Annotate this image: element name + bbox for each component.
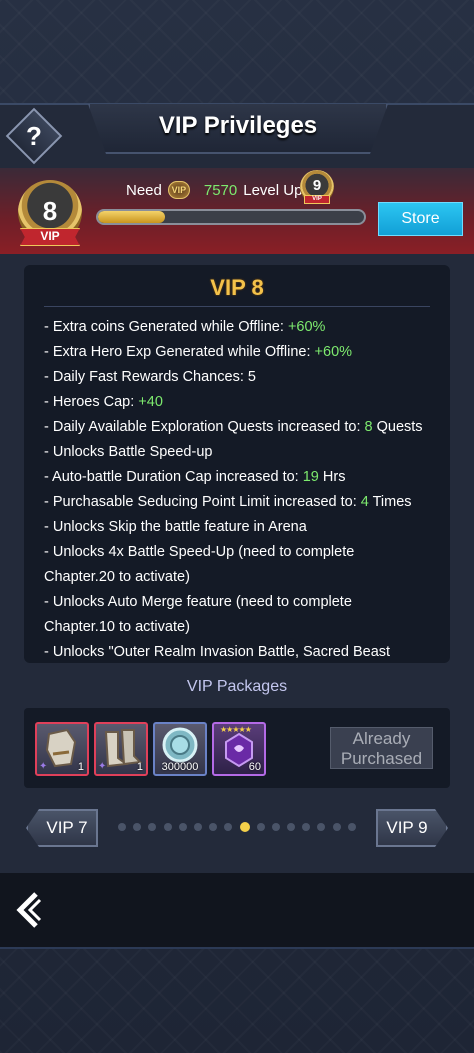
privilege-line: Chapter.10 to activate) — [44, 615, 444, 640]
privilege-value: 4 — [360, 494, 369, 510]
star-rating-icon: ★★★★★ — [220, 725, 252, 734]
purchased-line-2: Purchased — [340, 749, 423, 768]
privilege-value: 19 — [302, 469, 319, 485]
vip-badge-label: VIP — [40, 229, 60, 243]
privilege-text: - Unlocks Battle Speed-up — [44, 444, 213, 460]
next-vip-label: VIP — [312, 196, 322, 202]
bottom-bar — [0, 873, 474, 949]
privileges-heading: VIP 8 — [210, 275, 264, 300]
package-item-coins[interactable]: 300000 — [153, 722, 207, 776]
page-dot — [133, 823, 142, 831]
next-vip-number: 9 — [312, 177, 322, 194]
prev-vip-button[interactable]: VIP 7 — [26, 809, 98, 847]
item-quantity: 1 — [136, 761, 143, 773]
privilege-text: Chapter.10 to activate) — [44, 619, 190, 635]
privilege-text: - Unlocks 4x Battle Speed-Up (need to co… — [44, 544, 355, 560]
page-dot — [271, 823, 280, 831]
privileges-panel[interactable]: VIP 8 - Extra coins Generated while Offl… — [24, 265, 450, 663]
privilege-suffix: Quests — [372, 419, 423, 435]
privilege-line: - Unlocks Skip the battle feature in Are… — [44, 515, 444, 540]
need-amount: 7570 — [203, 181, 238, 199]
page-dot — [256, 823, 265, 831]
page-dot — [302, 823, 311, 831]
privilege-line: - Auto-battle Duration Cap increased to:… — [44, 465, 444, 490]
vip-points-icon: VIP — [167, 181, 190, 199]
page-dot — [317, 823, 326, 831]
package-item-crystal[interactable]: ★★★★★ 60 — [212, 722, 266, 776]
privilege-text: Chapter.20 to activate) — [44, 569, 190, 585]
privilege-value: +60% — [314, 344, 353, 360]
privilege-text: - Heroes Cap: — [44, 394, 139, 410]
privilege-text: - Unlocks "Outer Realm Invasion Battle, … — [44, 644, 391, 660]
privilege-line: - Extra Hero Exp Generated while Offline… — [44, 340, 444, 365]
page-dot — [193, 823, 202, 831]
question-mark-icon[interactable]: ? — [14, 116, 54, 156]
privilege-line: - Unlocks Auto Merge feature (need to co… — [44, 590, 444, 615]
package-item-gauntlet[interactable]: ✦ 1 — [35, 722, 89, 776]
page-dot — [287, 823, 296, 831]
privilege-text: - Unlocks Skip the battle feature in Are… — [44, 519, 307, 535]
privilege-text: - Extra coins Generated while Offline: — [44, 319, 288, 335]
item-quantity: 1 — [77, 761, 84, 773]
privilege-line: - Purchasable Seducing Point Limit incre… — [44, 490, 444, 515]
need-prefix: Need — [126, 181, 162, 199]
packages-label: VIP Packages — [186, 678, 288, 695]
back-arrow-icon[interactable] — [14, 890, 44, 930]
store-button[interactable]: Store — [378, 202, 463, 236]
privilege-value: 8 — [364, 419, 373, 435]
page-dot — [148, 823, 157, 831]
privilege-value: +60% — [287, 319, 326, 335]
privilege-text: - Purchasable Seducing Point Limit incre… — [44, 494, 361, 510]
privilege-text: - Unlocks Auto Merge feature (need to co… — [44, 594, 352, 610]
privilege-line: - Heroes Cap: +40 — [44, 390, 444, 415]
privilege-suffix: Times — [368, 494, 412, 510]
privileges-list: - Extra coins Generated while Offline: +… — [44, 315, 444, 663]
privilege-text: - Daily Fast Rewards Chances: 5 — [44, 369, 256, 385]
level-up-requirement: Need VIP 7570 Level Up — [126, 180, 302, 200]
page-dot — [332, 823, 341, 831]
privilege-text: - Auto-battle Duration Cap increased to: — [44, 469, 303, 485]
vip-progress-fill — [98, 211, 165, 223]
purchased-line-1: Already — [352, 729, 411, 748]
package-item-boots[interactable]: ✦ 1 — [94, 722, 148, 776]
privilege-text: - Extra Hero Exp Generated while Offline… — [44, 344, 315, 360]
page-dot — [239, 822, 250, 832]
page-dot — [209, 823, 218, 831]
page-dot — [224, 823, 233, 831]
page-dot — [118, 823, 126, 831]
privilege-line: Chapter.20 to activate) — [44, 565, 444, 590]
privilege-line: - Daily Available Exploration Quests inc… — [44, 415, 444, 440]
page-dot — [347, 823, 356, 831]
privilege-line: - Extra coins Generated while Offline: +… — [44, 315, 444, 340]
privilege-line: - Unlocks 4x Battle Speed-Up (need to co… — [44, 540, 444, 565]
already-purchased-button: Already Purchased — [330, 727, 433, 769]
privilege-value: +40 — [138, 394, 163, 410]
page-dot — [178, 823, 187, 831]
vip-progress-bar — [96, 209, 366, 225]
need-suffix: Level Up — [243, 181, 303, 199]
item-quantity: 60 — [248, 761, 261, 773]
vip-page-indicator — [118, 822, 356, 832]
heading-divider — [44, 306, 430, 307]
vip-level-number: 8 — [42, 196, 58, 226]
page-dot — [163, 823, 172, 831]
privilege-text: - Daily Available Exploration Quests inc… — [44, 419, 365, 435]
page-title: VIP Privileges — [158, 112, 318, 139]
privilege-line: - Unlocks Battle Speed-up — [44, 440, 444, 465]
privilege-suffix: Hrs — [318, 469, 346, 485]
privilege-line: - Unlocks "Outer Realm Invasion Battle, … — [44, 640, 444, 663]
next-vip-button[interactable]: VIP 9 — [376, 809, 448, 847]
item-quantity: 300000 — [161, 761, 199, 773]
rarity-star-icon: ✦ — [39, 761, 48, 772]
rarity-star-icon: ✦ — [98, 761, 107, 772]
privilege-line: - Daily Fast Rewards Chances: 5 — [44, 365, 444, 390]
